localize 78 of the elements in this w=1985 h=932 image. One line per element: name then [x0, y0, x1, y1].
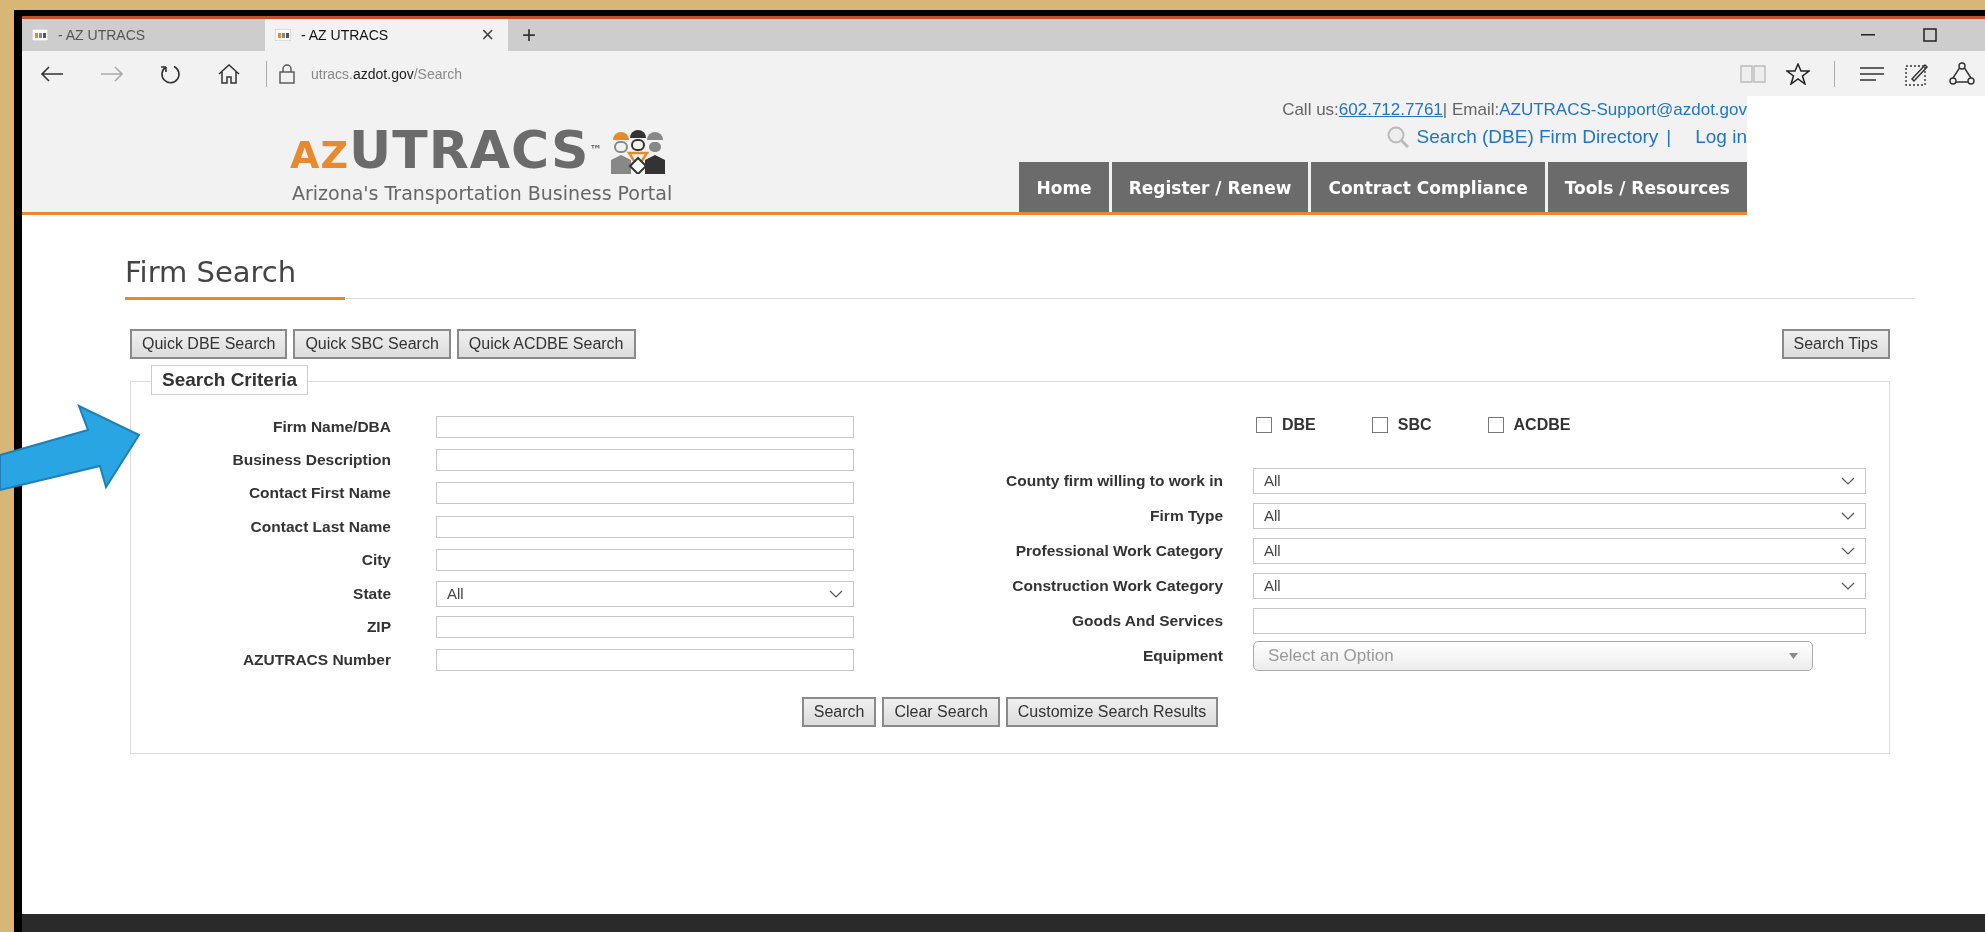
- chevron-icon: [1841, 476, 1855, 485]
- checkbox-label: SBC: [1397, 416, 1432, 434]
- email-link[interactable]: AZUTRACS-Support@azdot.gov: [1499, 100, 1747, 119]
- new-tab-button[interactable]: +: [522, 21, 536, 49]
- select-field[interactable]: All: [1253, 502, 1866, 529]
- browser-tab[interactable]: - AZ UTRACS ×: [265, 19, 508, 51]
- maximize-icon[interactable]: [1923, 28, 1937, 42]
- arrow-icon: [0, 403, 142, 491]
- lock-icon: [279, 63, 295, 84]
- search-tips-button[interactable]: Search Tips: [1781, 329, 1890, 359]
- share-icon[interactable]: [1949, 61, 1975, 86]
- browser-tab[interactable]: - AZ UTRACS: [22, 19, 265, 51]
- nav-tab[interactable]: Tools / Resources: [1547, 162, 1747, 212]
- quick-search-button[interactable]: Quick DBE Search: [130, 329, 288, 359]
- select-field[interactable]: All: [1253, 467, 1866, 494]
- star-icon[interactable]: [1786, 62, 1810, 85]
- field-label: County firm willing to work in: [1005, 471, 1223, 490]
- chevron-icon: [829, 589, 843, 598]
- phone-link[interactable]: 602.712.7761: [1338, 100, 1443, 119]
- login-link[interactable]: Log in: [1695, 126, 1747, 148]
- contact-info: Call us:602.712.7761| Email:AZUTRACS-Support@azdot.gov: [1282, 100, 1747, 120]
- input-field[interactable]: [1253, 607, 1866, 634]
- favicon-icon: [275, 29, 291, 41]
- field-label: AZUTRACS Number: [241, 651, 391, 670]
- address-bar[interactable]: utracs.azdot.gov/Search: [311, 65, 462, 82]
- panel-legend: Search Criteria: [151, 365, 309, 395]
- page-title: Firm Search: [125, 247, 1915, 299]
- menu-icon[interactable]: [1859, 65, 1885, 82]
- chevron-icon: [1841, 546, 1855, 555]
- field-label: Firm Name/DBA: [272, 417, 391, 436]
- checkbox[interactable]: [1256, 417, 1272, 433]
- chevron-icon: [1841, 511, 1855, 520]
- home-icon[interactable]: [218, 63, 240, 84]
- field-label: Contact Last Name: [249, 517, 391, 536]
- field-label: Goods And Services: [1070, 611, 1223, 630]
- checkbox[interactable]: [1487, 417, 1504, 433]
- form-button[interactable]: Customize Search Results: [1005, 697, 1219, 728]
- field-label: Construction Work Category: [1011, 576, 1223, 595]
- field-label: ZIP: [365, 618, 391, 637]
- field-label: Professional Work Category: [1014, 541, 1223, 560]
- close-tab-button[interactable]: ×: [481, 22, 494, 48]
- select-field[interactable]: All: [1253, 572, 1866, 599]
- form-button[interactable]: Clear Search: [882, 697, 1000, 728]
- favicon-icon: [32, 29, 48, 41]
- input-field[interactable]: [436, 649, 854, 672]
- caret-icon: [1789, 652, 1798, 659]
- quick-search-button[interactable]: Quick ACDBE Search: [456, 329, 636, 359]
- input-field[interactable]: [436, 482, 854, 505]
- field-label: Business Description: [231, 451, 391, 470]
- logo-tagline: Arizona's Transportation Business Portal: [292, 182, 673, 204]
- nav-tab[interactable]: Register / Renew: [1111, 162, 1309, 212]
- field-label: City: [360, 551, 391, 570]
- minimize-icon[interactable]: [1861, 34, 1875, 36]
- input-field[interactable]: [436, 515, 854, 538]
- directory-link[interactable]: Search (DBE) Firm Directory: [1416, 126, 1659, 148]
- field-label: Firm Type: [1149, 506, 1223, 525]
- pen-icon[interactable]: [1905, 61, 1929, 86]
- nav-tab[interactable]: Contract Compliance: [1311, 162, 1545, 212]
- checkbox[interactable]: [1371, 417, 1388, 433]
- back-icon[interactable]: [40, 64, 64, 83]
- checkbox-label: DBE: [1282, 416, 1316, 434]
- form-button[interactable]: Search: [801, 697, 877, 728]
- checkbox-label: ACDBE: [1513, 416, 1571, 434]
- field-label: Equipment: [1141, 646, 1223, 665]
- link-separator: |: [1666, 126, 1672, 148]
- field-label: State: [352, 584, 391, 603]
- logo-wordmark: AZUTRACS™: [290, 123, 603, 182]
- input-field[interactable]: [436, 415, 854, 438]
- input-field[interactable]: [436, 449, 854, 472]
- select-field[interactable]: All: [436, 580, 854, 607]
- search-icon: [1386, 126, 1409, 148]
- input-field[interactable]: [436, 616, 854, 639]
- nav-tab[interactable]: Home: [1019, 162, 1109, 212]
- input-field[interactable]: [436, 549, 854, 572]
- select-field[interactable]: All: [1253, 537, 1866, 564]
- quick-search-button[interactable]: Quick SBC Search: [293, 329, 451, 359]
- chevron-icon: [1841, 581, 1855, 590]
- field-label: Contact First Name: [247, 484, 391, 503]
